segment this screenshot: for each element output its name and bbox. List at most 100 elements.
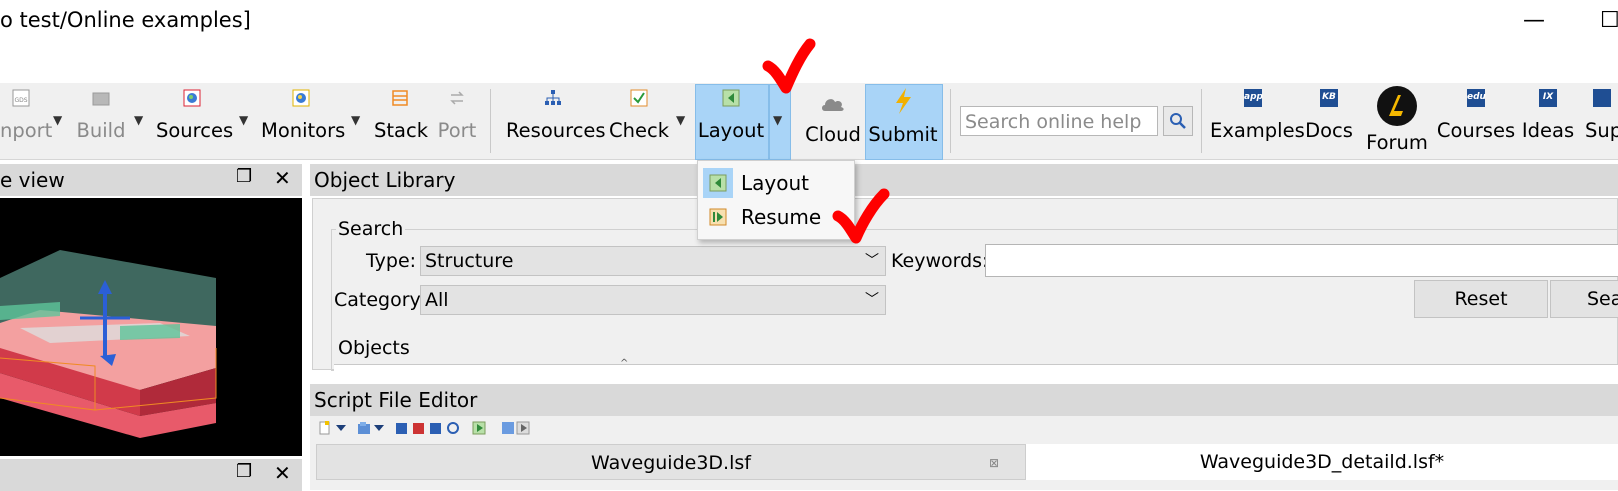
resources-button[interactable]: Resources	[506, 83, 606, 159]
search-online-help-input[interactable]: Search online help	[960, 106, 1158, 136]
check-icon	[630, 89, 648, 107]
object-library-title: Object Library	[314, 168, 456, 192]
save-icon	[396, 423, 407, 434]
script-tab[interactable]: Waveguide3D.lsf ⊠	[316, 444, 1026, 480]
script-editor-title: Script File Editor	[314, 388, 478, 412]
minimize-button[interactable]: —	[1523, 8, 1545, 33]
open-folder-icon	[358, 422, 370, 434]
monitors-label: Monitors	[261, 119, 346, 142]
build-dropdown-icon[interactable]: ▼	[134, 113, 143, 127]
category-select[interactable]: All ﹀	[420, 285, 886, 315]
support-label: Sup	[1585, 119, 1618, 142]
resume-icon	[709, 208, 727, 226]
window-title: o test/Online examples]	[0, 8, 251, 32]
search-group-label: Search	[336, 218, 406, 240]
forum-logo-icon	[1377, 86, 1417, 126]
build-button[interactable]: Build	[72, 83, 130, 159]
reset-button[interactable]: Reset	[1414, 280, 1548, 318]
courses-label: Courses	[1436, 119, 1516, 142]
save-all-icon	[430, 423, 441, 434]
script-tab-label: Waveguide3D_detaild.lsf*	[1199, 451, 1445, 473]
check-dropdown-icon[interactable]: ▼	[676, 113, 685, 127]
object-library-header: Object Library	[310, 164, 1618, 196]
save-as-icon	[413, 423, 424, 434]
sort-asc-icon[interactable]: ^	[620, 358, 628, 369]
layout-icon	[709, 174, 727, 192]
build-label: Build	[76, 119, 126, 142]
examples-label: Examples	[1210, 119, 1305, 142]
lightning-icon	[896, 88, 911, 114]
port-button[interactable]: Port	[434, 83, 480, 159]
type-select-value: Structure	[425, 250, 514, 272]
sources-icon	[183, 89, 201, 107]
layout-icon	[722, 89, 740, 107]
ribbon-separator	[1201, 89, 1202, 153]
monitors-button[interactable]: Monitors	[261, 83, 346, 159]
layout-button[interactable]: Layout	[695, 83, 767, 159]
restore-panel-icon[interactable]: ❐	[236, 166, 252, 187]
run-script-icon	[472, 421, 486, 435]
menu-item-label: Resume	[741, 205, 822, 229]
search-icon	[1170, 113, 1186, 129]
restore-panel-icon[interactable]: ❐	[236, 461, 252, 482]
port-label: Port	[437, 119, 477, 142]
close-tab-icon[interactable]: ⊠	[989, 445, 999, 481]
close-panel-icon[interactable]: ✕	[274, 166, 291, 190]
chevron-down-icon	[374, 425, 384, 431]
type-label: Type:	[366, 250, 417, 272]
edu-icon: edu	[1467, 89, 1486, 107]
type-select[interactable]: Structure ﹀	[420, 246, 886, 276]
submit-button[interactable]: Submit	[865, 83, 941, 159]
submit-label: Submit	[868, 123, 938, 146]
refresh-icon	[447, 422, 459, 434]
category-label: Category:	[334, 289, 426, 311]
3d-view-canvas[interactable]	[0, 198, 302, 456]
red-checkmark-annotation	[832, 188, 890, 244]
layout-dropdown-icon[interactable]: ▼	[773, 113, 782, 127]
ideas-button[interactable]: IX Ideas	[1520, 83, 1576, 159]
keywords-label: Keywords:	[891, 250, 989, 272]
gds-icon: GDS	[12, 89, 30, 107]
sources-button[interactable]: Sources	[156, 83, 233, 159]
menu-item-label: Layout	[741, 171, 809, 195]
courses-button[interactable]: edu Courses	[1436, 83, 1516, 159]
script-tab-label: Waveguide3D.lsf	[591, 452, 751, 474]
docs-button[interactable]: KB Docs	[1304, 83, 1354, 159]
script-tab-active[interactable]: Waveguide3D_detaild.lsf*	[1026, 444, 1618, 480]
view-panel-header: e view	[0, 164, 302, 196]
search-objects-button[interactable]: Sea	[1550, 280, 1618, 318]
ribbon-separator	[950, 89, 951, 153]
stack-button[interactable]: Stack	[374, 83, 428, 159]
stack-icon	[392, 90, 408, 106]
check-label: Check	[609, 119, 669, 142]
close-panel-icon[interactable]: ✕	[274, 461, 291, 485]
cloud-label: Cloud	[805, 123, 861, 146]
run-to-cursor-icon	[516, 421, 530, 435]
search-button[interactable]	[1163, 106, 1193, 136]
category-select-value: All	[425, 289, 449, 311]
maximize-button[interactable]: ☐	[1600, 8, 1618, 33]
sources-dropdown-icon[interactable]: ▼	[239, 113, 248, 127]
script-editor-toolbar	[318, 420, 558, 436]
red-checkmark-annotation	[762, 38, 816, 94]
resources-icon	[545, 90, 561, 105]
3d-structure-render	[0, 250, 217, 438]
check-button[interactable]: Check	[608, 83, 670, 159]
monitors-dropdown-icon[interactable]: ▼	[351, 113, 360, 127]
split-view-icon	[502, 422, 514, 434]
chevron-down-icon: ﹀	[865, 253, 879, 269]
script-toolbar-icons	[319, 421, 530, 435]
forum-button[interactable]: Forum	[1362, 83, 1432, 159]
gds-icon-text: GDS	[14, 97, 27, 104]
support-button[interactable]: Sup	[1585, 83, 1618, 159]
keywords-input[interactable]	[985, 244, 1618, 277]
examples-button[interactable]: app Examples	[1210, 83, 1305, 159]
objects-group-label: Objects	[338, 337, 410, 359]
objects-table[interactable]	[334, 364, 1618, 371]
import-dropdown-icon[interactable]: ▼	[53, 113, 62, 127]
import-button[interactable]: GDS nport	[0, 83, 52, 159]
kb-icon: KB	[1320, 89, 1338, 107]
monitors-icon	[292, 89, 310, 107]
chevron-down-icon: ﹀	[865, 292, 879, 308]
resources-label: Resources	[506, 119, 606, 142]
